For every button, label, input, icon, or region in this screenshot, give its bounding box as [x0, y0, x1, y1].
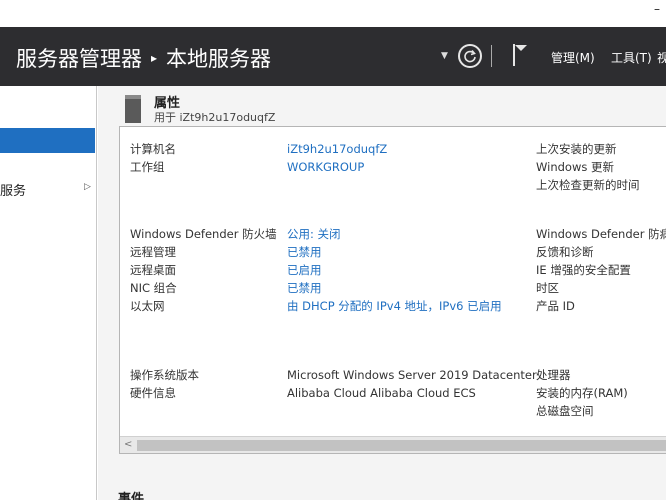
prop-value-link[interactable]: 已禁用 [287, 281, 322, 295]
scroll-left-icon[interactable]: < [124, 439, 132, 450]
breadcrumb-separator-icon: ▸ [151, 51, 158, 65]
prop-label: Windows Defender 防病毒 [536, 227, 666, 241]
nav-item-services[interactable]: 服务 [0, 180, 26, 199]
menu-tools[interactable]: 工具(T) [611, 49, 652, 66]
prop-label: 总磁盘空间 [536, 404, 594, 418]
notifications-flag-icon[interactable] [510, 42, 530, 68]
prop-label: 安装的内存(RAM) [536, 386, 628, 400]
chevron-right-icon[interactable]: ▷ [84, 182, 91, 192]
main-content: 属性 用于 iZt9h2u17oduqfZ 计算机名 iZt9h2u17oduq… [98, 86, 666, 500]
prop-value: Alibaba Cloud Alibaba Cloud ECS [287, 386, 476, 400]
prop-value-link[interactable]: 公用: 关闭 [287, 227, 341, 241]
header-divider [491, 45, 492, 67]
prop-value-link[interactable]: 已启用 [287, 263, 322, 277]
properties-subtitle: 用于 iZt9h2u17oduqfZ [154, 111, 276, 124]
menu-view[interactable]: 视 [657, 49, 666, 66]
menu-manage[interactable]: 管理(M) [551, 49, 595, 66]
breadcrumb-current: 本地服务器 [166, 47, 272, 71]
prop-label: 上次检查更新的时间 [536, 178, 640, 192]
prop-label: 反馈和诊断 [536, 245, 594, 259]
prop-value-link[interactable]: 由 DHCP 分配的 IPv4 地址，IPv6 已启用 [287, 299, 502, 313]
prop-label: 操作系统版本 [130, 368, 199, 382]
properties-panel: 计算机名 iZt9h2u17oduqfZ 工作组 WORKGROUP Windo… [119, 126, 666, 454]
refresh-icon [464, 49, 476, 63]
prop-label: IE 增强的安全配置 [536, 263, 631, 277]
prop-value-link[interactable]: iZt9h2u17oduqfZ [287, 142, 387, 156]
breadcrumb-dropdown-icon[interactable]: ▼ [441, 51, 448, 61]
prop-value: Microsoft Windows Server 2019 Datacenter [287, 368, 537, 382]
header-bar: 服务器管理器 ▸ 本地服务器 ▼ 管理(M) 工具(T) 视 [0, 27, 666, 86]
prop-label: 远程管理 [130, 245, 176, 259]
breadcrumb-parent[interactable]: 服务器管理器 [16, 47, 142, 71]
scrollbar-thumb[interactable] [137, 440, 666, 451]
prop-label: 远程桌面 [130, 263, 176, 277]
prop-value-link[interactable]: 已禁用 [287, 245, 322, 259]
navigation-pane: 服务 ▷ [0, 86, 97, 500]
events-section-title: 事件 [118, 492, 145, 500]
prop-label: 工作组 [130, 160, 165, 174]
horizontal-scrollbar[interactable]: < [120, 436, 666, 453]
prop-label: 硬件信息 [130, 386, 176, 400]
prop-label: 计算机名 [130, 142, 176, 156]
nav-item-selected[interactable] [0, 128, 95, 153]
prop-label: 时区 [536, 281, 559, 295]
server-icon [125, 95, 141, 123]
prop-value-link[interactable]: WORKGROUP [287, 160, 364, 174]
prop-label: 以太网 [130, 299, 165, 313]
prop-label: 上次安装的更新 [536, 142, 617, 156]
refresh-button[interactable] [458, 44, 482, 68]
prop-label: 产品 ID [536, 299, 575, 313]
breadcrumb: 服务器管理器 ▸ 本地服务器 [16, 43, 271, 73]
prop-label: Windows Defender 防火墙 [130, 227, 277, 241]
minimize-button[interactable]: – [654, 2, 660, 16]
prop-label: NIC 组合 [130, 281, 177, 295]
prop-label: 处理器 [536, 368, 571, 382]
window-title-strip: – [0, 0, 666, 27]
prop-label: Windows 更新 [536, 160, 614, 174]
